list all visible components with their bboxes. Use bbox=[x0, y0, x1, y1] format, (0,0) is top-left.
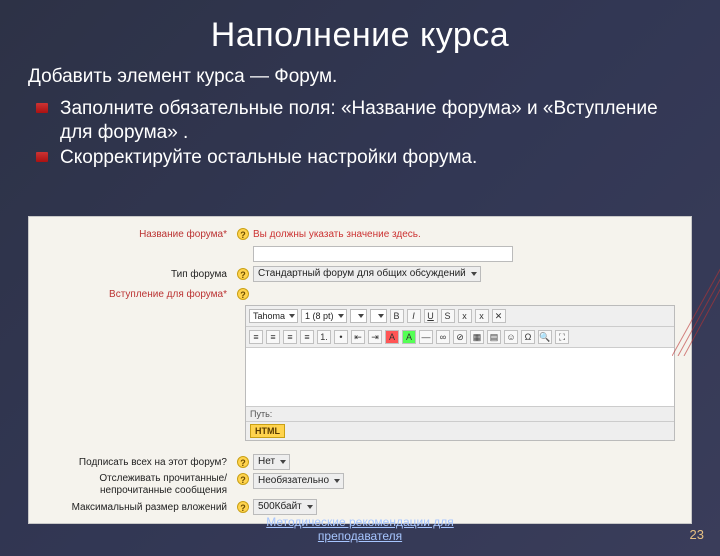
field-maxsize: Максимальный размер вложений ? 500Кбайт bbox=[35, 498, 685, 516]
label-forum-intro: Вступление для форума* bbox=[35, 289, 233, 300]
select-forum-type[interactable]: Стандартный форум для общих обсуждений bbox=[253, 266, 481, 282]
bullet-list: Заполните обязательные поля: «Название ф… bbox=[0, 97, 720, 182]
editor-style[interactable] bbox=[350, 309, 367, 323]
field-track: Отслеживать прочитанные/непрочитанные со… bbox=[35, 473, 685, 496]
editor-path-label: Путь: bbox=[250, 409, 272, 419]
label-forum-name: Название форума* bbox=[35, 229, 233, 240]
select-maxsize[interactable]: 500Кбайт bbox=[253, 499, 317, 515]
clean-icon[interactable]: ✕ bbox=[492, 309, 506, 323]
indent-icon[interactable]: ⇥ bbox=[368, 330, 382, 344]
list-ul-icon[interactable]: • bbox=[334, 330, 348, 344]
help-icon[interactable]: ? bbox=[237, 473, 249, 485]
label-track: Отслеживать прочитанные/непрочитанные со… bbox=[35, 473, 233, 496]
error-forum-name: Вы должны указать значение здесь. bbox=[253, 229, 421, 240]
field-forum-intro: Вступление для форума* ? bbox=[35, 285, 685, 303]
slide-title: Наполнение курса bbox=[0, 16, 720, 55]
help-icon[interactable]: ? bbox=[237, 268, 249, 280]
align-right-icon[interactable]: ≡ bbox=[283, 330, 297, 344]
help-icon[interactable]: ? bbox=[237, 228, 249, 240]
help-icon[interactable]: ? bbox=[237, 501, 249, 513]
slide-intro: Добавить элемент курса — Форум. bbox=[0, 65, 720, 95]
link-icon[interactable]: ∞ bbox=[436, 330, 450, 344]
select-track[interactable]: Необязательно bbox=[253, 473, 344, 489]
align-center-icon[interactable]: ≡ bbox=[266, 330, 280, 344]
align-left-icon[interactable]: ≡ bbox=[249, 330, 263, 344]
align-justify-icon[interactable]: ≡ bbox=[300, 330, 314, 344]
label-subscribe: Подписать всех на этот форум? bbox=[35, 457, 233, 468]
fullscreen-icon[interactable]: ⛶ bbox=[555, 330, 569, 344]
rich-text-editor: Tahoma 1 (8 pt) B I U S x x ✕ ≡ ≡ ≡ ≡ bbox=[35, 305, 685, 441]
help-icon[interactable]: ? bbox=[237, 288, 249, 300]
label-maxsize: Максимальный размер вложений bbox=[35, 502, 233, 513]
field-forum-type: Тип форума ? Стандартный форум для общих… bbox=[35, 265, 685, 283]
unlink-icon[interactable]: ⊘ bbox=[453, 330, 467, 344]
bullet-item: Заполните обязательные поля: «Название ф… bbox=[60, 97, 692, 145]
intro-line: Добавить элемент курса — Форум. bbox=[28, 65, 692, 89]
outdent-icon[interactable]: ⇤ bbox=[351, 330, 365, 344]
bullet-item: Скорректируйте остальные настройки форум… bbox=[60, 146, 692, 170]
editor-lang[interactable] bbox=[370, 309, 387, 323]
editor-font-size[interactable]: 1 (8 pt) bbox=[301, 309, 347, 323]
field-forum-name: Название форума* ? Вы должны указать зна… bbox=[35, 225, 685, 243]
input-forum-name[interactable] bbox=[253, 246, 513, 262]
emoji-icon[interactable]: ☺ bbox=[504, 330, 518, 344]
char-icon[interactable]: Ω bbox=[521, 330, 535, 344]
underline-icon[interactable]: U bbox=[424, 309, 438, 323]
hr-icon[interactable]: — bbox=[419, 330, 433, 344]
image-icon[interactable]: ▦ bbox=[470, 330, 484, 344]
table-icon[interactable]: ▤ bbox=[487, 330, 501, 344]
screenshot-form: Название форума* ? Вы должны указать зна… bbox=[28, 216, 692, 524]
bold-icon[interactable]: B bbox=[390, 309, 404, 323]
label-forum-type: Тип форума bbox=[35, 269, 233, 280]
editor-toolbar-1: Tahoma 1 (8 pt) B I U S x x ✕ bbox=[246, 306, 674, 327]
list-ol-icon[interactable]: 1. bbox=[317, 330, 331, 344]
select-subscribe[interactable]: Нет bbox=[253, 454, 290, 470]
bg-color-icon[interactable]: A bbox=[402, 330, 416, 344]
italic-icon[interactable]: I bbox=[407, 309, 421, 323]
editor-font-family[interactable]: Tahoma bbox=[249, 309, 298, 323]
field-subscribe: Подписать всех на этот форум? ? Нет bbox=[35, 453, 685, 471]
strike-icon[interactable]: S bbox=[441, 309, 455, 323]
sup-icon[interactable]: x bbox=[475, 309, 489, 323]
editor-toolbar-2: ≡ ≡ ≡ ≡ 1. • ⇤ ⇥ A A — ∞ ⊘ ▦ ▤ ☺ Ω bbox=[246, 327, 674, 348]
editor-html-button[interactable]: HTML bbox=[250, 424, 285, 438]
text-color-icon[interactable]: A bbox=[385, 330, 399, 344]
editor-textarea[interactable] bbox=[246, 348, 674, 406]
editor-footer: Путь: bbox=[246, 406, 674, 421]
help-icon[interactable]: ? bbox=[237, 456, 249, 468]
search-icon[interactable]: 🔍 bbox=[538, 330, 552, 344]
sub-icon[interactable]: x bbox=[458, 309, 472, 323]
